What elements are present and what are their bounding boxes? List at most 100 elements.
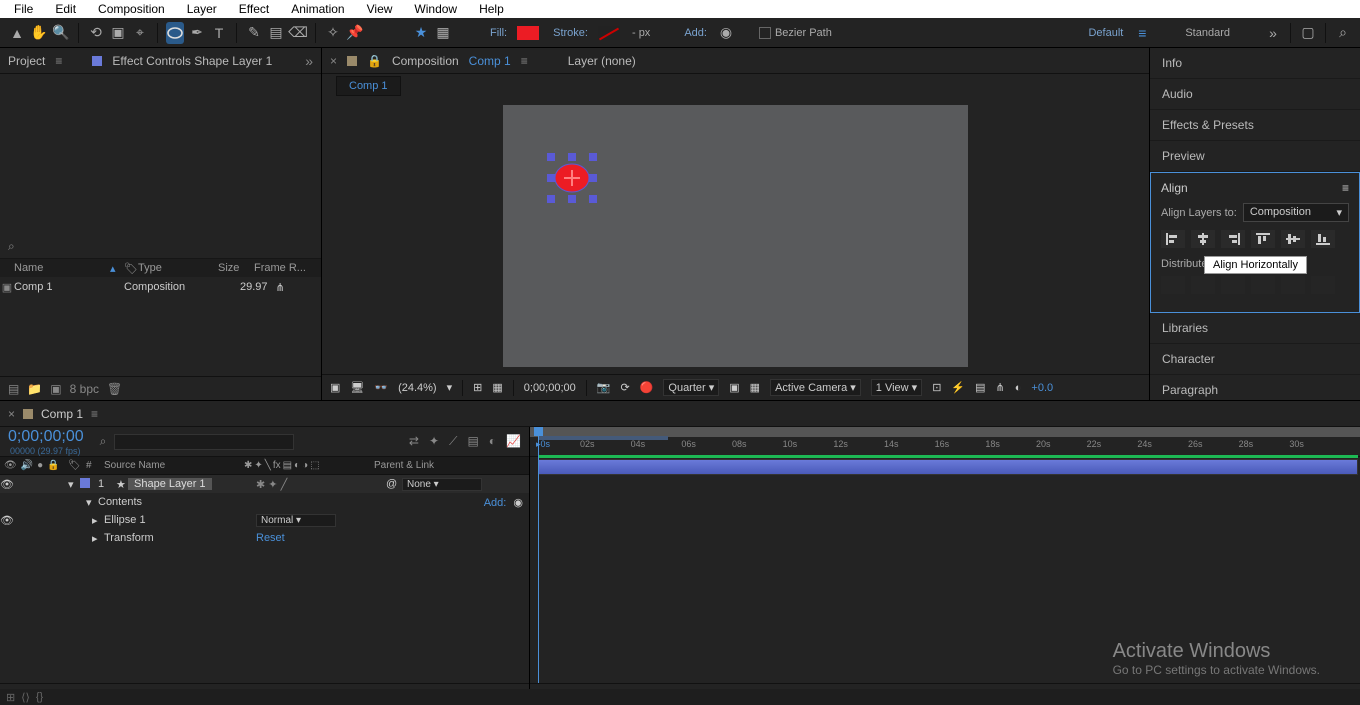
current-time[interactable]: 0;00;00;00 [524,382,576,394]
add-menu-icon[interactable]: ◉ [717,22,735,44]
workspace-default[interactable]: Default [1088,27,1123,39]
switch-adjust-icon[interactable]: ◑ [302,460,308,471]
eraser-tool-icon[interactable]: ⌫ [289,22,307,44]
align-target-dropdown[interactable]: Composition ▾ [1243,203,1349,222]
interpret-footage-icon[interactable]: ▤ [8,382,19,396]
resolution-icon[interactable]: ⊞ [473,381,482,394]
layer-row-1[interactable]: 👁 ▾ 1 ★ Shape Layer 1 ✱ ✦ ╱ @ None ▾ [0,475,529,493]
shy-icon[interactable]: ⟋ [449,434,457,449]
stroke-swatch[interactable] [598,26,620,40]
comp-sub-tab[interactable]: Comp 1 [336,76,401,96]
resolution-dropdown[interactable]: Quarter ▾ [663,379,719,396]
mag-dropdown-icon[interactable]: ▾ [447,381,453,394]
layer-duration-bar[interactable] [538,459,1358,475]
status-icon[interactable]: {} [36,691,43,703]
status-icon[interactable]: ⟨⟩ [21,691,30,704]
mask-icon[interactable]: 👓 [374,381,388,394]
search-help-icon[interactable]: ⌕ [1334,22,1352,44]
camera-dropdown[interactable]: Active Camera ▾ [770,379,861,396]
blend-mode-dropdown[interactable]: Normal ▾ [256,514,336,527]
tag-icon[interactable]: 🏷 [124,263,138,275]
snapshot-icon[interactable]: 📷 [597,381,611,394]
pixel-aspect-icon[interactable]: ⊡ [932,381,941,394]
handle-icon[interactable] [589,195,597,203]
layer-tab[interactable]: Layer (none) [568,54,636,68]
handle-icon[interactable] [547,174,555,182]
menu-effect[interactable]: Effect [229,0,279,18]
project-overflow-icon[interactable]: » [305,53,313,69]
menu-file[interactable]: File [4,0,43,18]
character-panel[interactable]: Character [1150,344,1360,375]
type-tool-icon[interactable]: T [210,22,228,44]
dist-hcenter-button[interactable] [1281,276,1305,294]
composition-canvas[interactable] [503,105,968,367]
handle-icon[interactable] [547,195,555,203]
pen-tool-icon[interactable]: ✒ [188,22,206,44]
camera-tool-icon[interactable]: ▣ [109,22,127,44]
handle-icon[interactable] [589,153,597,161]
ellipse-row[interactable]: 👁 ▸ Ellipse 1 Normal ▾ [0,511,529,529]
switch-frameblend-icon[interactable]: ▤ [283,460,292,471]
flowchart-view-icon[interactable]: ⋔ [996,381,1005,394]
bezier-checkbox[interactable] [759,27,771,39]
frame-blend-icon[interactable]: ▤ [467,434,478,449]
dist-vcenter-button[interactable] [1191,276,1215,294]
switch-fx-icon[interactable]: fx [273,460,281,471]
layer-name[interactable]: Shape Layer 1 [128,478,212,490]
dist-bottom-button[interactable] [1221,276,1245,294]
current-timecode[interactable]: 0;00;00;00 [8,428,84,446]
close-tab-icon[interactable]: × [330,54,337,68]
layer-twirl-icon[interactable]: ▾ [68,479,74,491]
effects-presets-panel[interactable]: Effects & Presets [1150,110,1360,141]
project-tab-menu-icon[interactable]: ≡ [55,54,62,68]
checker-icon[interactable]: ▦ [434,22,452,44]
asset-row[interactable]: ▣ Comp 1 Composition 29.97 ⋔ [0,277,321,297]
monitor-icon[interactable]: 🖥 [350,381,364,394]
menu-animation[interactable]: Animation [281,0,354,18]
menu-layer[interactable]: Layer [177,0,227,18]
timeline-ruler[interactable]: ▸0s 02s04s06s08s10s12s14s16s18s20s22s24s… [530,437,1360,457]
timeline-icon[interactable]: ▤ [975,381,985,394]
handle-icon[interactable] [568,195,576,203]
align-right-button[interactable] [1221,230,1245,248]
pan-behind-tool-icon[interactable]: ⌖ [131,22,149,44]
close-timeline-tab-icon[interactable]: × [8,407,15,421]
brush-tool-icon[interactable]: ✎ [245,22,263,44]
handle-icon[interactable] [568,153,576,161]
project-tab[interactable]: Project [8,54,45,68]
label-col-icon[interactable]: 🏷 [68,460,81,471]
bpc-button[interactable]: 8 bpc [70,382,99,396]
comp-tab-menu-icon[interactable]: ≡ [521,54,528,68]
menu-help[interactable]: Help [469,0,514,18]
info-panel[interactable]: Info [1150,48,1360,79]
transparency-icon[interactable]: ▦ [750,381,760,394]
timeline-search-icon[interactable]: ⌕ [100,434,107,449]
exposure-value[interactable]: +0.0 [1031,382,1053,394]
transform-row[interactable]: ▸ Transform Reset [0,529,529,547]
orbit-tool-icon[interactable]: ⟲ [87,22,105,44]
lock-icon[interactable]: 🔒 [367,54,382,68]
sync-icon[interactable]: ▢ [1299,22,1317,44]
parent-dropdown[interactable]: None ▾ [402,478,482,491]
status-icon[interactable]: ⊞ [6,691,15,704]
fill-swatch[interactable] [517,26,539,40]
align-hcenter-button[interactable] [1191,230,1215,248]
magnification[interactable]: (24.4%) [398,382,437,394]
new-folder-icon[interactable]: 📁 [27,382,42,396]
switch-quality-icon[interactable]: ╲ [265,460,271,471]
switch-collapse-icon[interactable]: ✦ [254,460,262,471]
preview-panel[interactable]: Preview [1150,141,1360,172]
playhead[interactable] [538,427,539,683]
layer-label-color[interactable] [80,478,90,488]
show-snapshot-icon[interactable]: ⟳ [620,381,629,394]
star-icon[interactable]: ★ [412,22,430,44]
align-top-button[interactable] [1251,230,1275,248]
col-type[interactable]: Type [138,262,218,274]
grid-icon[interactable]: ▦ [492,381,502,394]
col-name[interactable]: Name [0,262,110,274]
col-source-name[interactable]: Source Name [104,460,244,471]
menu-window[interactable]: Window [404,0,467,18]
col-size[interactable]: Size [218,262,254,274]
menu-composition[interactable]: Composition [88,0,175,18]
align-menu-icon[interactable]: ≡ [1342,181,1349,195]
